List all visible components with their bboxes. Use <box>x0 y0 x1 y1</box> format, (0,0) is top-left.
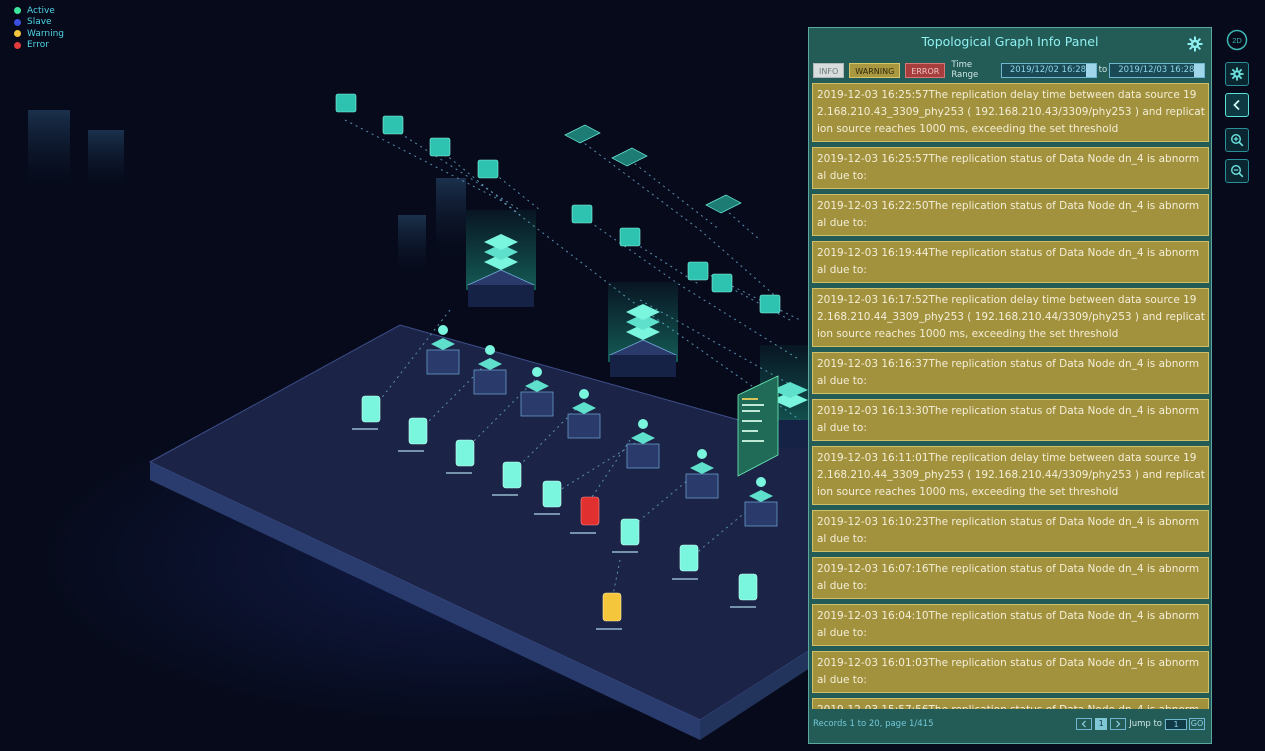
view-2d-icon: 2D <box>1226 29 1248 51</box>
legend-label: Warning <box>27 28 65 39</box>
date-from-input[interactable]: 2019/12/02 16:28 <box>1000 62 1097 78</box>
background-buildings <box>28 110 466 275</box>
pager: 1 Jump to 1 GO <box>1073 718 1205 730</box>
gear-icon <box>1230 67 1244 81</box>
list-item[interactable]: 2019-12-03 16:25:57The replication delay… <box>812 83 1209 142</box>
list-item[interactable]: 2019-12-03 16:22:50The replication statu… <box>812 194 1209 236</box>
list-item[interactable]: 2019-12-03 16:07:16The replication statu… <box>812 557 1209 599</box>
warning-filter-button[interactable]: WARNING <box>849 62 901 78</box>
zoom-in-button[interactable] <box>1225 128 1249 152</box>
prev-page-button[interactable] <box>1076 718 1093 730</box>
jump-label: Jump to <box>1129 719 1162 729</box>
error-db-cylinder <box>580 496 600 526</box>
settings-button[interactable] <box>1225 62 1249 86</box>
list-item[interactable]: 2019-12-03 16:25:57The replication statu… <box>812 147 1209 189</box>
zoom-out-icon <box>1230 164 1244 178</box>
list-item[interactable]: 2019-12-03 16:01:03The replication statu… <box>812 651 1209 693</box>
legend: Active Slave Warning Error <box>14 5 64 51</box>
chevron-left-icon <box>1081 720 1087 728</box>
chevron-right-icon <box>1116 720 1121 728</box>
date-to-value: 2019/12/03 16:28 <box>1118 64 1195 75</box>
date-to-input[interactable]: 2019/12/03 16:28 <box>1109 62 1205 78</box>
list-item[interactable]: 2019-12-03 16:04:10The replication statu… <box>812 604 1209 646</box>
view-2d-button[interactable]: 2D <box>1225 28 1249 52</box>
go-button[interactable]: GO <box>1189 718 1205 730</box>
calendar-icon[interactable] <box>1194 63 1204 77</box>
list-item[interactable]: 2019-12-03 16:17:52The replication delay… <box>812 288 1209 347</box>
legend-item-error: Error <box>14 40 64 52</box>
legend-item-active: Active <box>14 5 64 17</box>
to-label: to <box>1098 65 1108 75</box>
legend-label: Active <box>27 5 55 16</box>
list-item[interactable]: 2019-12-03 16:16:37The replication statu… <box>812 352 1209 394</box>
list-item[interactable]: 2019-12-03 16:13:30The replication statu… <box>812 399 1209 441</box>
error-filter-button[interactable]: ERROR <box>905 62 946 78</box>
warning-db-cylinder <box>602 592 622 622</box>
legend-item-slave: Slave <box>14 17 64 29</box>
chevron-left-icon <box>1233 99 1240 111</box>
zoom-in-icon <box>1230 133 1244 147</box>
panel-header: Topological Graph Info Panel <box>809 28 1211 56</box>
pagination-footer: Records 1 to 20, page 1/415 1 Jump to 1 … <box>813 717 1205 731</box>
error-dot-icon <box>14 41 21 49</box>
view-mode-label: 2D <box>1232 36 1242 45</box>
list-item[interactable]: 2019-12-03 16:10:23The replication statu… <box>812 510 1209 552</box>
next-page-button[interactable] <box>1110 718 1127 730</box>
panel-title: Topological Graph Info Panel <box>921 34 1099 49</box>
laptops <box>564 124 742 214</box>
date-from-value: 2019/12/02 16:28 <box>1009 64 1087 75</box>
info-panel: Topological Graph Info Panel INFO WARNIN… <box>808 27 1212 744</box>
legend-label: Error <box>27 40 49 51</box>
time-range-label: Time Range <box>951 60 979 80</box>
jump-page-input[interactable]: 1 <box>1165 718 1187 730</box>
warning-dot-icon <box>14 30 21 38</box>
list-item[interactable]: 2019-12-03 15:57:56The replication statu… <box>812 698 1209 709</box>
info-filter-button[interactable]: INFO <box>813 62 845 78</box>
collapse-panel-button[interactable] <box>1225 93 1249 117</box>
message-list[interactable]: 2019-12-03 16:25:57The replication delay… <box>812 83 1209 709</box>
zoom-out-button[interactable] <box>1225 159 1249 183</box>
list-item[interactable]: 2019-12-03 16:11:01The replication delay… <box>812 446 1209 505</box>
records-text: Records 1 to 20, page 1/415 <box>813 719 934 729</box>
panel-gear-icon[interactable] <box>1187 36 1203 52</box>
legend-label: Slave <box>27 17 52 28</box>
active-dot-icon <box>14 7 21 15</box>
slave-dot-icon <box>14 18 21 26</box>
filter-toolbar: INFO WARNING ERROR Time Range 2019/12/02… <box>813 60 1205 80</box>
legend-item-warning: Warning <box>14 28 64 40</box>
current-page[interactable]: 1 <box>1095 718 1108 730</box>
calendar-icon[interactable] <box>1085 63 1096 77</box>
list-item[interactable]: 2019-12-03 16:19:44The replication statu… <box>812 241 1209 283</box>
